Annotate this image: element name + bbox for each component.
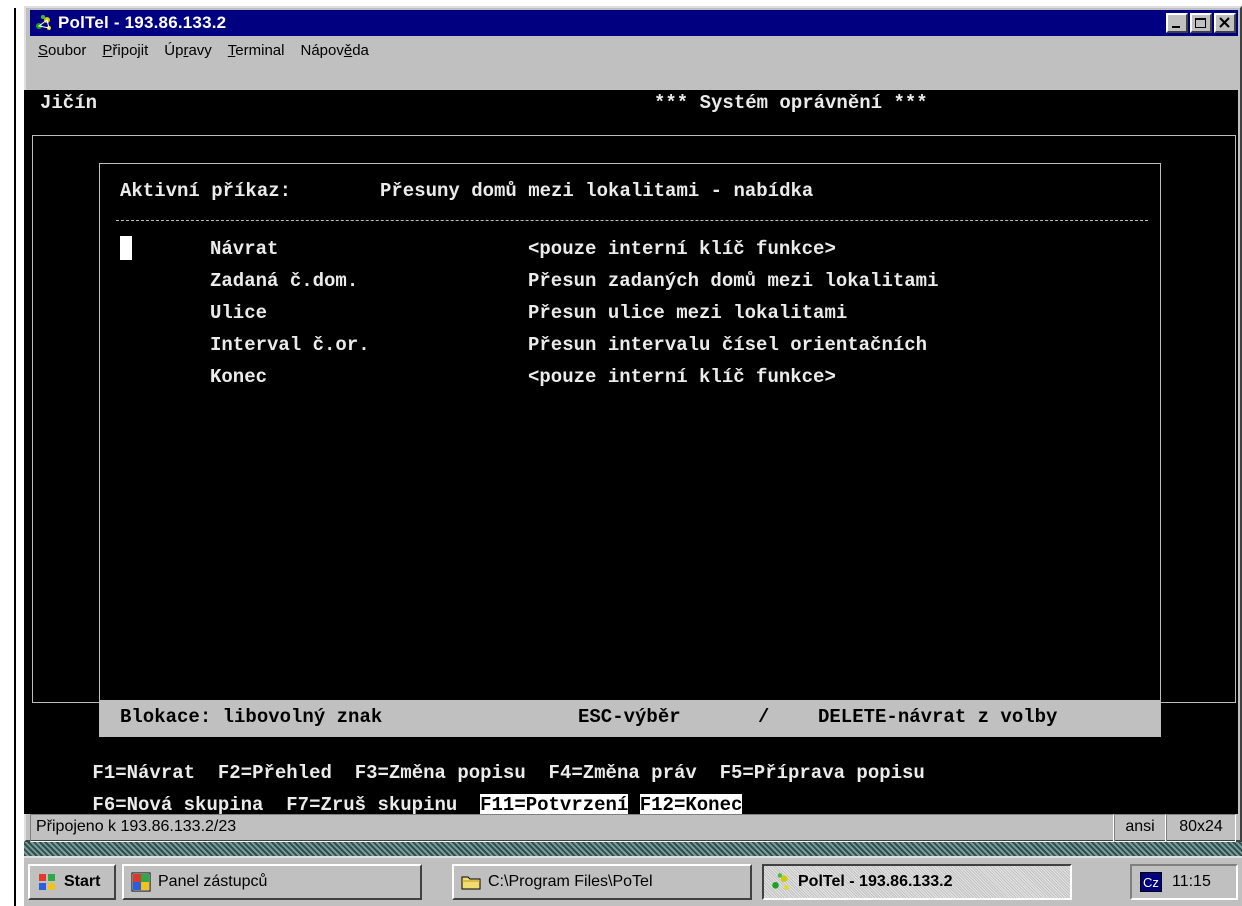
delete-hint: DELETE-návrat z volby (818, 706, 1058, 728)
fkey-f11[interactable]: F11=Potvrzení (480, 794, 629, 814)
location-label: Jičín (40, 92, 98, 114)
folder-icon (461, 876, 481, 890)
emulation-status: ansi (1114, 814, 1166, 842)
system-title: *** Systém oprávnění *** (654, 92, 928, 114)
menu-item-navrat[interactable]: Návrat (210, 238, 278, 260)
menu-item-interval[interactable]: Interval č.or. (210, 334, 370, 356)
start-label: Start (64, 873, 101, 890)
taskbar-label-poltel: PolTel - 193.86.133.2 (798, 873, 953, 890)
menu-item-ulice-desc: Přesun ulice mezi lokalitami (528, 302, 848, 324)
connection-status: Připojeno k 193.86.133.2/23 (30, 814, 1114, 842)
active-command-label: Aktivní příkaz: (120, 180, 292, 202)
menu-terminal[interactable]: Terminal (220, 42, 293, 59)
fkey-f12[interactable]: F12=Konec (639, 794, 743, 814)
fkey-f7[interactable]: F7=Zruš skupinu (286, 794, 457, 814)
fkey-f5[interactable]: F5=Příprava popisu (720, 762, 925, 784)
menu-bar: Soubor Připojit Úpravy Terminal Nápověda (30, 38, 1238, 62)
taskbar: Start Panel zástupců C:\Program Files\Po… (24, 856, 1242, 906)
active-command: Přesuny domů mezi lokalitami - nabídka (380, 180, 814, 202)
windows-logo-icon (39, 874, 55, 890)
shortcut-panel-icon (131, 872, 151, 892)
status-bar: Připojeno k 193.86.133.2/23 ansi 80x24 (30, 814, 1238, 842)
poltel-app-icon (36, 15, 51, 30)
start-button[interactable]: Start (28, 864, 116, 900)
menu-upravy[interactable]: Úpravy (156, 42, 220, 59)
window-title: PolTel - 193.86.133.2 (58, 13, 227, 32)
taskbar-button-panel[interactable]: Panel zástupců (122, 864, 422, 900)
blocking-hint: Blokace: libovolný znak (120, 706, 383, 728)
menu-napoveda[interactable]: Nápověda (292, 42, 376, 59)
minimize-button[interactable] (1166, 13, 1188, 33)
menu-item-konec-desc: <pouze interní klíč funkce> (528, 366, 836, 388)
poltel-window: PolTel - 193.86.133.2 Soubor Připojit Úp… (24, 6, 1242, 842)
fkey-f6[interactable]: F6=Nová skupina (92, 794, 263, 814)
close-button[interactable] (1214, 13, 1236, 33)
menu-item-zadana[interactable]: Zadaná č.dom. (210, 270, 358, 292)
clock[interactable]: 11:15 (1172, 873, 1211, 891)
taskbar-button-poltel[interactable]: PolTel - 193.86.133.2 (762, 864, 1072, 900)
taskbar-label-panel: Panel zástupců (158, 873, 268, 890)
minimize-icon (1172, 26, 1180, 28)
maximize-button[interactable] (1190, 13, 1212, 33)
language-indicator[interactable]: Cz (1140, 872, 1162, 892)
terminal-size-status: 80x24 (1166, 814, 1236, 842)
close-icon (1219, 17, 1230, 28)
esc-hint: ESC-výběr (578, 706, 681, 728)
system-tray: Cz 11:15 (1130, 864, 1238, 900)
menu-item-interval-desc: Přesun intervalu čísel orientačních (528, 334, 928, 356)
slash-separator: / (758, 706, 770, 728)
desktop-background (24, 842, 1242, 856)
title-bar[interactable]: PolTel - 193.86.133.2 (30, 10, 1238, 36)
left-edge-line (14, 8, 16, 906)
menu-pripojit[interactable]: Připojit (94, 42, 156, 59)
fkeys-row-2: F6=Nová skupina F7=Zruš skupinu F11=Potv… (24, 772, 743, 814)
menu-dialog: Aktivní příkaz: Přesuny domů mezi lokali… (99, 163, 1161, 737)
window-controls (1166, 13, 1236, 33)
maximize-icon (1195, 18, 1206, 28)
menu-item-ulice[interactable]: Ulice (210, 302, 267, 324)
dashed-separator (116, 220, 1148, 221)
poltel-taskbar-icon (772, 873, 789, 890)
taskbar-button-folder[interactable]: C:\Program Files\PoTel (452, 864, 752, 900)
dialog-status-line: Blokace: libovolný znak ESC-výběr / DELE… (100, 700, 1160, 736)
terminal-screen[interactable]: Jičín *** Systém oprávnění *** Aktivní p… (24, 90, 1238, 814)
taskbar-label-folder: C:\Program Files\PoTel (488, 873, 653, 890)
text-cursor (120, 236, 132, 260)
menu-item-zadana-desc: Přesun zadaných domů mezi lokalitami (528, 270, 939, 292)
menu-soubor[interactable]: Soubor (30, 42, 94, 59)
menu-item-navrat-desc: <pouze interní klíč funkce> (528, 238, 836, 260)
menu-item-konec[interactable]: Konec (210, 366, 267, 388)
